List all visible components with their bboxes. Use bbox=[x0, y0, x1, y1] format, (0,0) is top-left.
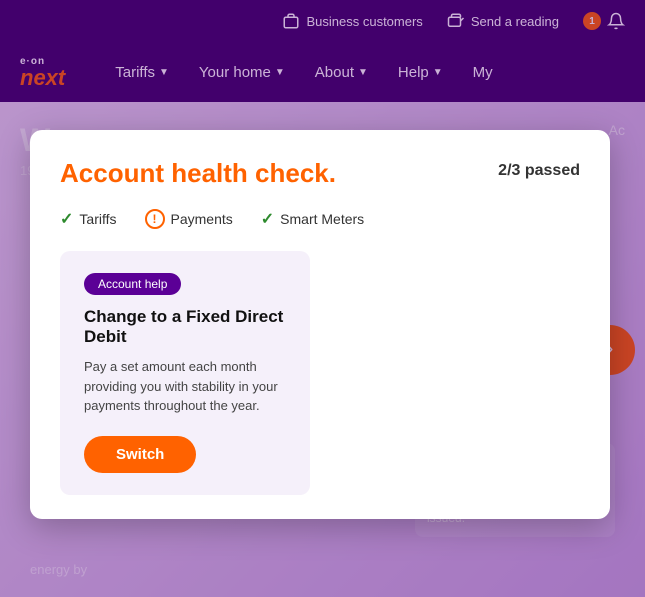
modal-checks: ✓ Tariffs ! Payments ✓ Smart Meters bbox=[60, 209, 580, 229]
modal-title: Account health check. bbox=[60, 158, 336, 189]
check-smart-meters: ✓ Smart Meters bbox=[261, 209, 364, 229]
card-title: Change to a Fixed Direct Debit bbox=[84, 307, 286, 347]
check-smart-meters-pass-icon: ✓ bbox=[261, 209, 274, 229]
check-payments: ! Payments bbox=[145, 209, 233, 229]
health-check-modal: Account health check. 2/3 passed ✓ Tarif… bbox=[30, 130, 610, 519]
modal-passed: 2/3 passed bbox=[498, 162, 580, 180]
check-pass-icon: ✓ bbox=[60, 209, 73, 229]
modal-header: Account health check. 2/3 passed bbox=[60, 158, 580, 189]
check-tariffs: ✓ Tariffs bbox=[60, 209, 117, 229]
switch-button[interactable]: Switch bbox=[84, 436, 196, 473]
check-smart-meters-label: Smart Meters bbox=[280, 211, 364, 227]
check-tariffs-label: Tariffs bbox=[79, 211, 116, 227]
check-payments-label: Payments bbox=[171, 211, 233, 227]
card-badge: Account help bbox=[84, 273, 181, 295]
check-warning-icon: ! bbox=[145, 209, 165, 229]
card-description: Pay a set amount each month providing yo… bbox=[84, 357, 286, 416]
account-help-card: Account help Change to a Fixed Direct De… bbox=[60, 251, 310, 495]
